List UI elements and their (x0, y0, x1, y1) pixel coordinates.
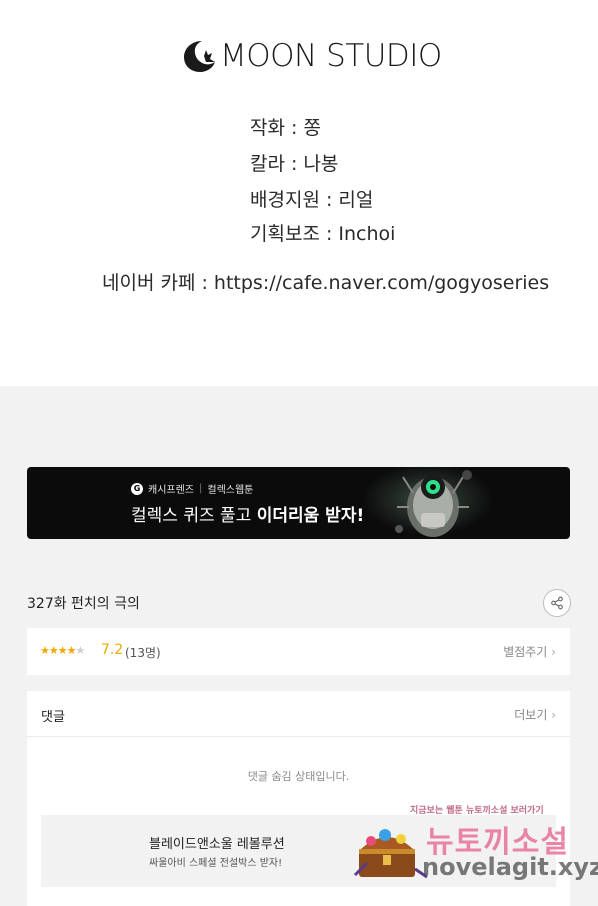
brand-logo-icon: G (131, 482, 143, 495)
comments-header: 댓글 더보기 › (27, 691, 570, 737)
banner-title: 컬렉스 퀴즈 풀고 이더리움 받자! (131, 501, 364, 526)
watermark-top: 지금보는 웹툰 뉴토끼소설 보러가기 (410, 806, 544, 816)
watermark-url: novelagit.xyz (422, 853, 598, 881)
comments-hidden-message: 댓글 숨김 상태입니다. (247, 770, 350, 783)
credit-artist: 작화 : 쫑 (250, 117, 321, 139)
promo-banner[interactable]: G 캐시프렌즈 | 컬렉스웹툰 컬렉스 퀴즈 풀고 이더리움 받자! (27, 467, 570, 539)
ad-subtitle: 싸울아비 스페셜 전설박스 받자! (149, 858, 283, 869)
star-empty-icon: ★ (75, 644, 85, 657)
rate-button[interactable]: 별점주기 › (503, 643, 556, 660)
banner-brand: G 캐시프렌즈 | 컬렉스웹툰 (131, 481, 253, 496)
star-filled-icon: ★★★★ (40, 644, 76, 657)
site-watermark: 지금보는 웹툰 뉴토끼소설 보러가기 뉴토끼소설 novelagit.xyz (408, 803, 598, 903)
ad-title: 블레이드앤소울 레볼루션 (149, 837, 285, 852)
episode-title: 327화 펀치의 극의 (27, 596, 140, 612)
banner-title-normal: 컬렉스 퀴즈 풀고 (131, 506, 257, 526)
moon-logo-icon (184, 41, 215, 72)
share-icon (551, 596, 563, 610)
credit-planning: 기획보조 : Inchoi (250, 223, 396, 245)
credit-cafe-link: 네이버 카페 : https://cafe.naver.com/gogyoser… (102, 272, 550, 294)
rating-count: (13명) (125, 646, 161, 660)
comments-more-button[interactable]: 더보기 › (514, 706, 556, 723)
rate-button-label: 별점주기 (503, 645, 548, 659)
share-button[interactable] (543, 589, 571, 617)
brand-divider: | (199, 483, 203, 494)
credits-section: MOON STUDIO 작화 : 쫑 칼라 : 나봉 배경지원 : 리얼 기획보… (0, 0, 598, 386)
banner-title-bold: 이더리움 받자! (256, 506, 365, 526)
chevron-right-icon: › (551, 708, 556, 722)
comments-label: 댓글 (41, 710, 65, 725)
banner-robot-illustration (363, 467, 493, 539)
credit-background: 배경지원 : 리얼 (250, 189, 374, 211)
banner-brand-name: 캐시프렌즈 (148, 485, 194, 496)
rating-bar: ★★★★★ 7.2 (13명) 별점주기 › (27, 628, 570, 675)
star-rating: ★★★★★ (40, 644, 85, 657)
logo-text: MOON STUDIO (220, 38, 442, 74)
banner-brand-name-2: 컬렉스웹툰 (207, 485, 254, 496)
more-label: 더보기 (514, 708, 548, 722)
rating-score: 7.2 (101, 642, 124, 658)
studio-logo: MOON STUDIO (182, 38, 442, 74)
credit-color: 칼라 : 나봉 (250, 153, 339, 175)
chevron-right-icon: › (551, 645, 556, 659)
